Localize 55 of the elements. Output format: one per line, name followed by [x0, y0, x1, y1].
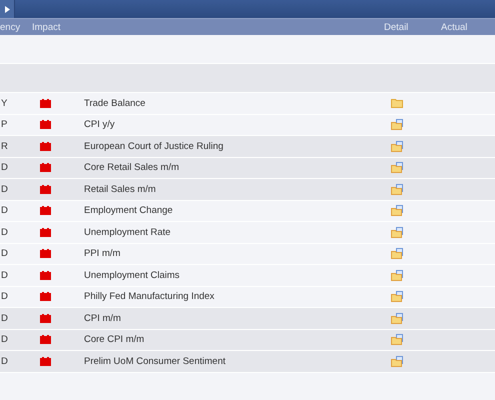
- folder-document-icon[interactable]: [391, 270, 404, 281]
- event-name: European Court of Justice Ruling: [84, 140, 224, 152]
- event-name: Unemployment Claims: [84, 270, 181, 281]
- event-row[interactable]: R European Court of Justice Ruling: [0, 136, 495, 158]
- event-row[interactable]: P CPI y/y: [0, 114, 495, 136]
- currency-cell-text: D: [1, 205, 9, 216]
- folder-document-icon[interactable]: [391, 205, 404, 216]
- expand-button[interactable]: [0, 0, 15, 18]
- currency-cell-text: P: [1, 119, 8, 130]
- currency-cell-text: D: [1, 226, 9, 238]
- event-name: Retail Sales m/m: [84, 184, 157, 195]
- currency-cell-text: R: [1, 140, 9, 152]
- currency-cell-text: Y: [1, 98, 8, 109]
- currency-cell-text: D: [1, 270, 9, 281]
- event-row[interactable]: D Prelim UoM Consumer Sentiment: [0, 351, 495, 372]
- event-row[interactable]: D Philly Fed Manufacturing Index: [0, 286, 495, 308]
- event-name: Philly Fed Manufacturing Index: [84, 291, 216, 302]
- currency-cell-text: D: [1, 291, 9, 302]
- event-row[interactable]: D Core Retail Sales m/m: [0, 158, 495, 179]
- currency-cell-text: D: [1, 356, 9, 367]
- currency-cell-text: D: [1, 162, 9, 174]
- folder-document-icon[interactable]: [391, 162, 404, 174]
- folder-document-icon[interactable]: [391, 356, 404, 367]
- event-name: Prelim UoM Consumer Sentiment: [84, 356, 226, 367]
- currency-cell-text: D: [1, 312, 9, 324]
- folder-document-icon[interactable]: [391, 119, 404, 130]
- folder-document-icon[interactable]: [391, 291, 404, 302]
- event-row[interactable]: D Retail Sales m/m: [0, 179, 495, 200]
- currency-cell-text: D: [1, 334, 9, 346]
- event-name: Unemployment Rate: [84, 226, 172, 238]
- column-header: Actual: [441, 22, 468, 32]
- folder-document-icon[interactable]: [391, 184, 404, 195]
- folder-icon[interactable]: [391, 98, 403, 108]
- currency-cell-text: D: [1, 248, 9, 260]
- folder-document-icon[interactable]: [391, 140, 404, 152]
- event-name: PPI m/m: [84, 248, 122, 260]
- event-name: Core CPI m/m: [84, 334, 146, 346]
- folder-document-icon[interactable]: [391, 312, 404, 324]
- event-row[interactable]: D Core CPI m/m: [0, 330, 495, 351]
- event-row[interactable]: D Employment Change: [0, 200, 495, 222]
- event-name: Core Retail Sales m/m: [84, 162, 180, 174]
- event-name: Trade Balance: [84, 98, 146, 109]
- event-name: Employment Change: [84, 205, 174, 216]
- folder-document-icon[interactable]: [391, 226, 404, 238]
- currency-cell-text: D: [1, 184, 9, 195]
- event-name: CPI y/y: [84, 119, 116, 130]
- column-header: ency: [0, 22, 22, 32]
- column-header: Detail: [384, 22, 410, 32]
- column-header: Impact: [32, 22, 62, 32]
- event-name: CPI m/m: [84, 312, 122, 324]
- event-row[interactable]: D CPI m/m: [0, 308, 495, 330]
- play-icon: [4, 6, 10, 12]
- folder-document-icon[interactable]: [391, 248, 404, 260]
- folder-document-icon[interactable]: [391, 334, 404, 346]
- event-row[interactable]: D PPI m/m: [0, 244, 495, 265]
